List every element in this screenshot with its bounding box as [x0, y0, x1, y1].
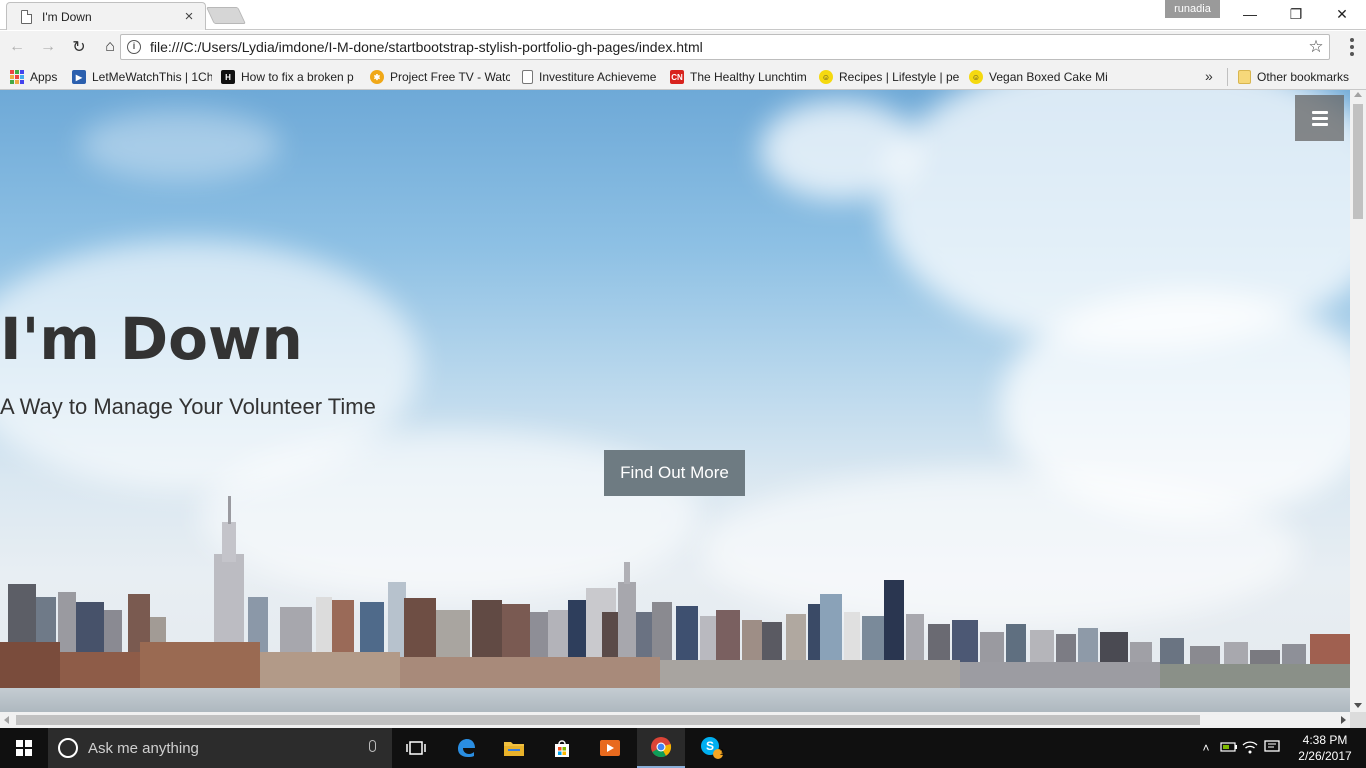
folder-icon — [1238, 70, 1251, 84]
windows-logo-icon — [16, 740, 32, 756]
smiley-icon: ☺ — [969, 70, 983, 84]
apps-grid-icon — [10, 70, 24, 84]
windows-taskbar: Ask me anything S 1 ˄ 4:38 PM 2/26/2017 — [0, 728, 1366, 768]
sun-icon: ✱ — [370, 70, 384, 84]
cloud-decoration — [760, 100, 920, 200]
bookmark-other-bookmarks[interactable]: Other bookmarks — [1228, 68, 1358, 86]
hero-title: I'm Down — [0, 305, 303, 373]
h-icon: H — [221, 70, 235, 84]
tab-close-button[interactable]: × — [181, 8, 197, 25]
skype-taskbar-button[interactable]: S 1 — [688, 728, 736, 768]
task-view-icon — [406, 741, 426, 755]
skype-notification-badge: 1 — [719, 748, 725, 757]
bookmark-investiture[interactable]: Investiture Achieveme — [512, 68, 662, 86]
bookmark-how-to-fix[interactable]: H How to fix a broken p — [211, 68, 361, 86]
show-hidden-icons-chevron-icon[interactable]: ˄ — [1198, 741, 1214, 755]
taskbar-clock[interactable]: 4:38 PM 2/26/2017 — [1290, 732, 1360, 764]
chrome-taskbar-button[interactable] — [637, 728, 685, 768]
horizontal-scrollbar[interactable] — [0, 712, 1350, 728]
reload-button[interactable]: ↻ — [65, 33, 93, 61]
wifi-icon[interactable] — [1242, 740, 1264, 757]
hero-subtitle: A Way to Manage Your Volunteer Time — [0, 394, 376, 419]
video-player-icon — [600, 740, 620, 756]
microphone-icon[interactable] — [369, 740, 376, 752]
cortana-search-box[interactable]: Ask me anything — [48, 728, 392, 768]
address-bar[interactable]: i file:///C:/Users/Lydia/imdone/I-M-done… — [120, 34, 1330, 60]
scroll-down-arrow-icon[interactable] — [1354, 703, 1362, 708]
smiley-icon: ☺ — [819, 70, 833, 84]
tab-title: I'm Down — [42, 9, 92, 24]
cloud-decoration — [80, 110, 280, 180]
media-player-taskbar-button[interactable] — [586, 728, 634, 768]
store-bag-icon — [555, 740, 569, 757]
chrome-icon — [651, 737, 672, 758]
browser-title-bar: I'm Down × runadia — ❐ ✕ — [0, 0, 1366, 30]
bookmark-healthy-lunchtime[interactable]: CN The Healthy Lunchtim — [660, 68, 810, 86]
bookmark-recipes[interactable]: ☺ Recipes | Lifestyle | pe — [809, 68, 959, 86]
cn-icon: CN — [670, 70, 684, 84]
file-explorer-taskbar-button[interactable] — [490, 728, 538, 768]
svg-text:S: S — [706, 739, 714, 753]
clock-date: 2/26/2017 — [1298, 749, 1352, 763]
tab-im-down[interactable]: I'm Down × — [6, 2, 206, 30]
task-view-button[interactable] — [392, 728, 440, 768]
clapperboard-icon: ▶ — [72, 70, 86, 84]
vertical-scrollbar[interactable] — [1350, 90, 1366, 712]
page-viewport: I'm Down A Way to Manage Your Volunteer … — [0, 90, 1350, 712]
edge-taskbar-button[interactable] — [442, 728, 490, 768]
action-center-icon[interactable] — [1264, 739, 1286, 757]
river-water — [0, 688, 1350, 712]
folder-icon — [504, 742, 524, 756]
search-placeholder: Ask me anything — [88, 739, 199, 757]
close-window-button[interactable]: ✕ — [1319, 0, 1365, 28]
cortana-icon — [58, 738, 78, 758]
system-tray: ˄ — [1198, 728, 1286, 768]
edge-icon — [458, 739, 475, 757]
address-bar-url: file:///C:/Users/Lydia/imdone/I-M-done/s… — [150, 39, 703, 55]
horizontal-scroll-thumb[interactable] — [16, 715, 1200, 725]
scroll-right-arrow-icon[interactable] — [1341, 716, 1346, 724]
find-out-more-button[interactable]: Find Out More — [604, 450, 745, 496]
browser-toolbar: ← → ↻ ⌂ i file:///C:/Users/Lydia/imdone/… — [0, 31, 1366, 63]
vertical-scroll-thumb[interactable] — [1353, 104, 1363, 219]
info-icon[interactable]: i — [127, 40, 141, 54]
clock-time: 4:38 PM — [1302, 733, 1348, 747]
bookmark-star-icon[interactable]: ☆ — [1303, 37, 1329, 57]
new-tab-button[interactable] — [206, 7, 246, 24]
bookmark-vegan-cake[interactable]: ☺ Vegan Boxed Cake Mi — [959, 68, 1109, 86]
scroll-up-arrow-icon[interactable] — [1354, 92, 1362, 97]
forward-button[interactable]: → — [34, 33, 62, 61]
bookmarks-bar: Apps ▶ LetMeWatchThis | 1Ch H How to fix… — [0, 63, 1366, 90]
store-taskbar-button[interactable] — [538, 728, 586, 768]
battery-icon[interactable] — [1220, 741, 1242, 756]
profile-badge[interactable]: runadia — [1165, 0, 1220, 18]
back-button[interactable]: ← — [3, 33, 31, 61]
bookmark-letmewatchthis[interactable]: ▶ LetMeWatchThis | 1Ch — [62, 68, 212, 86]
bookmarks-overflow-button[interactable]: » — [1205, 68, 1213, 84]
hamburger-menu-icon — [1311, 110, 1328, 114]
browser-menu-button[interactable] — [1344, 36, 1360, 58]
restore-button[interactable]: ❐ — [1273, 0, 1319, 28]
minimize-button[interactable]: — — [1227, 0, 1273, 28]
hamburger-menu-button[interactable] — [1295, 95, 1344, 141]
city-skyline-image — [0, 496, 1350, 696]
scroll-left-arrow-icon[interactable] — [4, 716, 9, 724]
start-button[interactable] — [0, 728, 48, 768]
bookmark-project-free-tv[interactable]: ✱ Project Free TV - Watc — [360, 68, 510, 86]
page-icon — [21, 9, 32, 24]
scrollbar-corner — [1350, 712, 1366, 728]
page-icon — [522, 70, 533, 84]
